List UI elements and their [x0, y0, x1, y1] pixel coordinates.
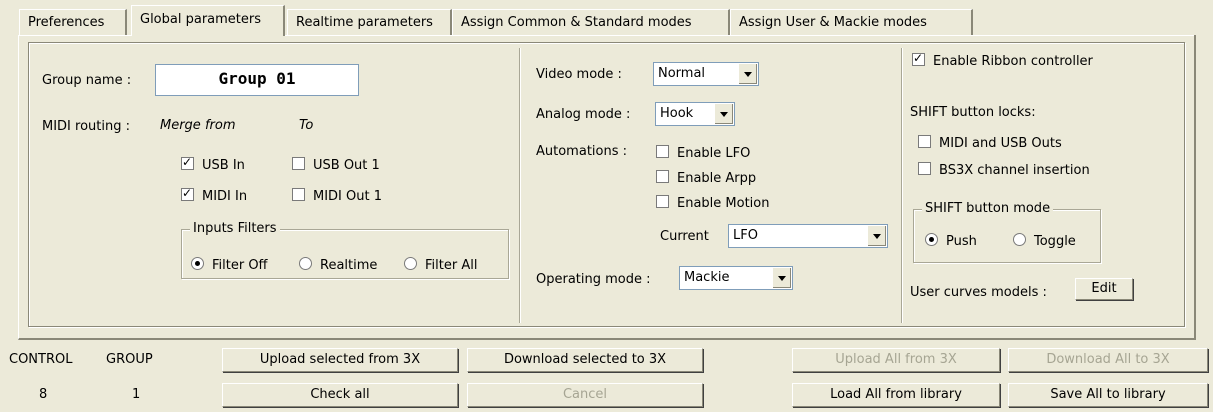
current-value: LFO — [733, 228, 758, 243]
push-label: Push — [946, 234, 977, 249]
chevron-down-icon[interactable] — [867, 226, 886, 246]
enable-arpp-checkbox[interactable]: Enable Arpp — [656, 170, 756, 186]
load-all-button[interactable]: Load All from library — [792, 383, 1000, 407]
enable-ribbon-label: Enable Ribbon controller — [933, 54, 1093, 69]
usb-in-checkbox[interactable]: ✓ USB In — [181, 155, 245, 173]
usb-out-label: USB Out 1 — [313, 158, 380, 173]
realtime-radio[interactable]: Realtime — [299, 257, 377, 273]
chevron-down-icon[interactable] — [714, 104, 733, 124]
video-mode-label: Video mode : — [536, 67, 622, 82]
bs3x-insertion-label: BS3X channel insertion — [939, 163, 1090, 178]
inputs-filters-title: Inputs Filters — [190, 221, 280, 236]
upload-selected-button[interactable]: Upload selected from 3X — [222, 348, 458, 372]
midi-in-checkbox[interactable]: ✓ MIDI In — [181, 186, 248, 204]
enable-ribbon-checkbox[interactable]: ✓ Enable Ribbon controller — [912, 51, 1093, 69]
automations-label: Automations : — [536, 144, 627, 159]
control-value: 8 — [39, 387, 48, 402]
tab-assign-user-mackie[interactable]: Assign User & Mackie modes — [730, 9, 973, 35]
check-icon: ✓ — [912, 51, 925, 66]
checkbox-empty-icon — [656, 145, 669, 158]
analog-mode-select[interactable]: Hook — [655, 102, 735, 126]
user-curves-label: User curves models : — [910, 285, 1047, 300]
cancel-button[interactable]: Cancel — [467, 383, 703, 407]
radio-empty-icon — [1013, 233, 1026, 246]
chevron-down-icon[interactable] — [772, 268, 791, 288]
radio-selected-icon — [925, 233, 938, 246]
checkbox-empty-icon — [656, 195, 669, 208]
group-name-field[interactable]: Group 01 — [155, 64, 359, 96]
shift-mode-title: SHIFT button mode — [922, 201, 1054, 216]
filter-all-label: Filter All — [425, 258, 478, 273]
analog-mode-value: Hook — [660, 106, 694, 121]
edit-button[interactable]: Edit — [1075, 278, 1133, 300]
checkbox-empty-icon — [918, 135, 931, 148]
merge-from-label: Merge from — [160, 118, 236, 133]
analog-mode-label: Analog mode : — [536, 107, 631, 122]
separator-left — [519, 48, 520, 323]
midi-usb-outs-checkbox[interactable]: MIDI and USB Outs — [918, 135, 1062, 151]
enable-lfo-label: Enable LFO — [677, 146, 751, 161]
checkbox-empty-icon — [292, 157, 305, 170]
midi-in-label: MIDI In — [202, 189, 248, 204]
enable-lfo-checkbox[interactable]: Enable LFO — [656, 145, 750, 161]
tab-global-parameters[interactable]: Global parameters — [131, 5, 285, 36]
group-value: 1 — [132, 387, 141, 402]
checkbox-empty-icon — [918, 162, 931, 175]
radio-empty-icon — [404, 257, 417, 270]
realtime-label: Realtime — [320, 258, 378, 273]
current-select[interactable]: LFO — [728, 224, 888, 248]
checkbox-empty-icon — [656, 170, 669, 183]
save-all-button[interactable]: Save All to library — [1008, 383, 1208, 407]
control-label: CONTROL — [9, 352, 73, 367]
operating-mode-label: Operating mode : — [536, 272, 651, 287]
filter-all-radio[interactable]: Filter All — [404, 257, 477, 273]
push-radio[interactable]: Push — [925, 233, 977, 249]
radio-empty-icon — [299, 257, 312, 270]
usb-in-label: USB In — [202, 158, 245, 173]
operating-mode-value: Mackie — [684, 270, 730, 285]
toggle-label: Toggle — [1034, 234, 1076, 249]
check-icon: ✓ — [181, 186, 194, 201]
midi-usb-outs-label: MIDI and USB Outs — [939, 136, 1062, 151]
shift-locks-label: SHIFT button locks: — [910, 105, 1036, 120]
separator-right — [901, 48, 902, 323]
radio-selected-icon — [191, 257, 204, 270]
tab-preferences[interactable]: Preferences — [19, 9, 127, 35]
check-all-button[interactable]: Check all — [222, 383, 458, 407]
enable-arpp-label: Enable Arpp — [677, 171, 757, 186]
upload-all-button[interactable]: Upload All from 3X — [792, 348, 1000, 372]
toggle-radio[interactable]: Toggle — [1013, 233, 1076, 249]
midi-out-checkbox[interactable]: MIDI Out 1 — [292, 188, 382, 204]
filter-off-radio[interactable]: Filter Off — [191, 257, 268, 273]
tab-realtime-parameters[interactable]: Realtime parameters — [287, 9, 452, 35]
checkbox-empty-icon — [292, 188, 305, 201]
download-selected-button[interactable]: Download selected to 3X — [467, 348, 703, 372]
download-all-button[interactable]: Download All to 3X — [1008, 348, 1208, 372]
operating-mode-select[interactable]: Mackie — [679, 266, 793, 290]
group-label: GROUP — [106, 352, 153, 367]
to-label: To — [299, 118, 314, 133]
chevron-down-icon[interactable] — [738, 64, 757, 84]
midi-routing-label: MIDI routing : — [42, 119, 130, 134]
usb-out-checkbox[interactable]: USB Out 1 — [292, 157, 380, 173]
midi-out-label: MIDI Out 1 — [313, 189, 382, 204]
video-mode-select[interactable]: Normal — [653, 62, 759, 86]
tab-assign-common-standard[interactable]: Assign Common & Standard modes — [452, 9, 730, 35]
check-icon: ✓ — [181, 155, 194, 170]
video-mode-value: Normal — [658, 66, 706, 81]
current-label: Current — [660, 229, 709, 244]
group-name-label: Group name : — [42, 73, 132, 88]
enable-motion-label: Enable Motion — [677, 196, 770, 211]
filter-off-label: Filter Off — [212, 258, 268, 273]
enable-motion-checkbox[interactable]: Enable Motion — [656, 195, 770, 211]
bs3x-insertion-checkbox[interactable]: BS3X channel insertion — [918, 162, 1090, 178]
